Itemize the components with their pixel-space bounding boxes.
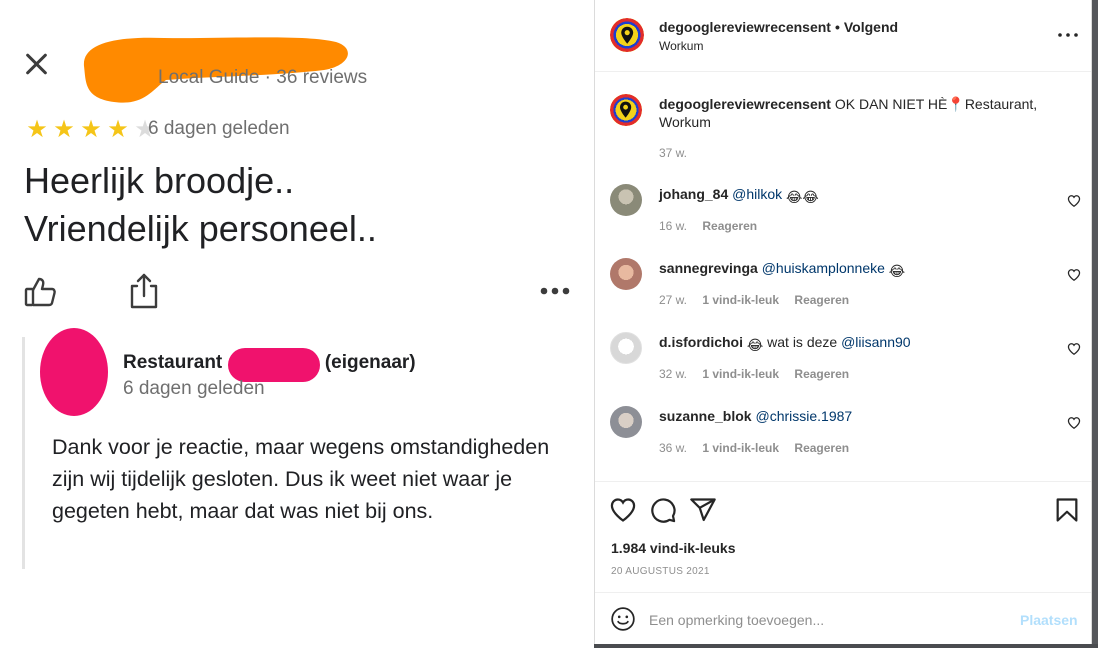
comment-input[interactable] — [649, 608, 1009, 632]
comment-text: sannegrevinga @huiskamplonneke 😂 — [659, 260, 905, 280]
reply-button[interactable]: Reageren — [794, 367, 849, 381]
heart-icon[interactable] — [1067, 268, 1081, 282]
comment-item: johang_84 @hilkok 😂😂 16 w. Reageren — [595, 184, 1093, 258]
owner-reply-text: Dank voor je reactie, maar wegens omstan… — [52, 435, 550, 523]
close-icon[interactable] — [22, 50, 50, 78]
comment-username[interactable]: d.isfordichoi — [659, 334, 743, 350]
comment-username[interactable]: johang_84 — [659, 186, 728, 202]
comment-avatar[interactable] — [610, 258, 642, 290]
comment-text: d.isfordichoi 😂 wat is deze @liisann90 — [659, 334, 911, 354]
reviewer-meta: Local Guide · 36 reviews — [158, 67, 368, 88]
header-divider — [595, 71, 1091, 72]
redaction-pink — [228, 348, 320, 382]
comment-time: 27 w. — [659, 293, 688, 307]
caption-username[interactable]: degooglereviewrecensent — [659, 96, 831, 112]
caption-time: 37 w. — [659, 146, 688, 160]
likes-count[interactable]: 1.984 vind-ik-leuks — [611, 540, 736, 556]
post-header-user: degooglereviewrecensent • Volgend — [659, 19, 898, 35]
star-icon: ★ — [53, 115, 75, 143]
star-icon: ★ — [26, 115, 48, 143]
comment-item: suzanne_blok @chrissie.1987 36 w. 1 vind… — [595, 406, 1093, 480]
window-bottom-edge — [594, 644, 1098, 648]
comment-item: sannegrevinga @huiskamplonneke 😂 27 w. 1… — [595, 258, 1093, 332]
post-location[interactable]: Workum — [659, 39, 703, 53]
post-username[interactable]: degooglereviewrecensent — [659, 19, 831, 35]
comment-box-divider — [595, 592, 1091, 593]
comment-icon[interactable] — [649, 496, 677, 524]
comment-meta: 36 w. 1 vind-ik-leuk Reageren — [659, 441, 861, 455]
share-icon[interactable] — [689, 496, 717, 524]
reply-button[interactable]: Reageren — [702, 219, 757, 233]
share-icon[interactable] — [128, 272, 160, 310]
comment-mention[interactable]: @chrissie.1987 — [755, 408, 852, 424]
comment-meta: 32 w. 1 vind-ik-leuk Reageren — [659, 367, 861, 381]
heart-icon[interactable] — [1067, 416, 1081, 430]
comment-username[interactable]: sannegrevinga — [659, 260, 758, 276]
more-icon[interactable] — [538, 283, 572, 299]
owner-reply-date: 6 dagen geleden — [123, 378, 265, 399]
actions-divider — [595, 481, 1091, 482]
reply-divider — [22, 337, 25, 569]
owner-name-prefix: Restaurant — [123, 352, 223, 373]
comment-text: johang_84 @hilkok 😂😂 — [659, 186, 819, 206]
emoji-icon[interactable] — [610, 606, 636, 632]
comment-emoji: 😂😂 — [786, 189, 819, 205]
profile-avatar[interactable] — [610, 18, 644, 52]
comment-text: suzanne_blok @chrissie.1987 — [659, 408, 852, 424]
review-screenshot: Local Guide · 36 reviews ★ ★ ★ ★ ★ 6 dag… — [0, 0, 594, 648]
comment-avatar[interactable] — [610, 184, 642, 216]
comment-likes[interactable]: 1 vind-ik-leuk — [702, 293, 779, 307]
comment-time: 36 w. — [659, 441, 688, 455]
star-icon: ★ — [107, 115, 129, 143]
owner-avatar — [40, 328, 108, 416]
post-button[interactable]: Plaatsen — [1020, 612, 1078, 628]
comment-meta: 16 w. Reageren — [659, 219, 769, 233]
heart-icon[interactable] — [609, 496, 637, 524]
star-icon: ★ — [80, 115, 102, 143]
thumbs-up-icon[interactable] — [22, 274, 58, 310]
comment-mention[interactable]: @huiskamplonneke — [762, 260, 885, 276]
reply-button[interactable]: Reageren — [794, 293, 849, 307]
comment-username[interactable]: suzanne_blok — [659, 408, 752, 424]
post-date: 20 AUGUSTUS 2021 — [611, 566, 710, 577]
owner-name-suffix: (eigenaar) — [324, 352, 416, 373]
bookmark-icon[interactable] — [1053, 496, 1081, 524]
comment-likes[interactable]: 1 vind-ik-leuk — [702, 367, 779, 381]
comment-item: d.isfordichoi 😂 wat is deze @liisann90 3… — [595, 332, 1093, 406]
map-pin-icon — [620, 102, 632, 118]
heart-icon[interactable] — [1067, 342, 1081, 356]
comment-avatar[interactable] — [610, 332, 642, 364]
map-pin-icon — [621, 26, 633, 44]
comment-meta: 27 w. 1 vind-ik-leuk Reageren — [659, 293, 861, 307]
review-date: 6 dagen geleden — [148, 118, 290, 139]
comment-mention[interactable]: @liisann90 — [841, 334, 910, 350]
comment-time: 16 w. — [659, 219, 688, 233]
reply-button[interactable]: Reageren — [794, 441, 849, 455]
comment-time: 32 w. — [659, 367, 688, 381]
heart-icon[interactable] — [1067, 194, 1081, 208]
instagram-panel: degooglereviewrecensent • Volgend Workum d… — [594, 0, 1092, 644]
comment-likes[interactable]: 1 vind-ik-leuk — [702, 441, 779, 455]
separator-dot: • — [834, 19, 840, 35]
comment-avatar[interactable] — [610, 406, 642, 438]
window-edge — [1092, 0, 1098, 648]
more-icon[interactable] — [1056, 27, 1080, 43]
comment-emoji: 😂 — [746, 337, 764, 353]
review-text: Heerlijk broodje.. Vriendelijk personeel… — [24, 160, 377, 249]
follow-status-button[interactable]: Volgend — [844, 19, 898, 35]
star-rating: ★ ★ ★ ★ ★ — [24, 117, 158, 141]
comment-mention[interactable]: @hilkok — [732, 186, 782, 202]
caption: degooglereviewrecensent OK DAN NIET HÈ📍R… — [659, 95, 1069, 131]
comment-body: wat is deze — [767, 334, 838, 350]
comment-emoji: 😂 — [888, 263, 906, 279]
caption-avatar[interactable] — [610, 94, 642, 126]
